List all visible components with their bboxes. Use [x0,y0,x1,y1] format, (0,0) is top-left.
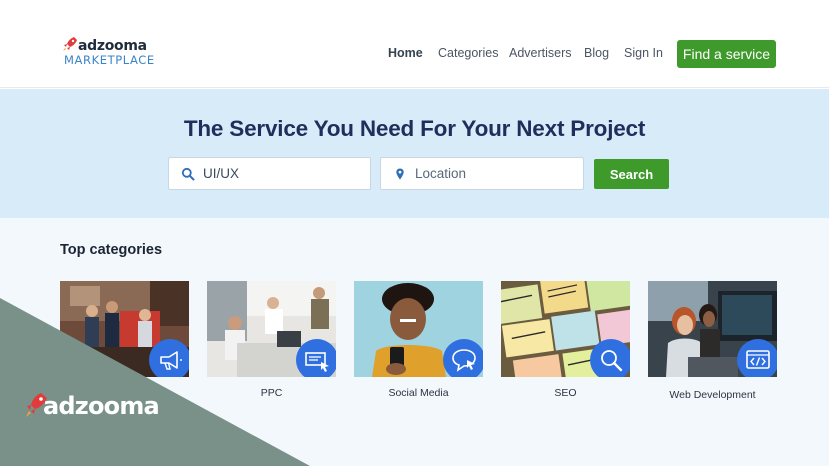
find-service-button[interactable]: Find a service [677,40,776,68]
site-header: adzooma MARKETPLACE Home Categories Adve… [0,0,829,88]
category-card-seo[interactable]: SEO [501,281,630,399]
category-card-social-media[interactable]: Social Media [354,281,483,399]
service-search-field[interactable] [168,157,371,190]
nav-sign-in[interactable]: Sign In [624,46,663,60]
logo-subtitle: MARKETPLACE [64,53,155,67]
search-button[interactable]: Search [594,159,669,189]
magnifier-icon [590,339,630,377]
code-window-icon [737,339,777,377]
location-field[interactable] [380,157,584,190]
location-input[interactable] [415,158,565,189]
overlay-wordmark: adzooma [43,392,160,420]
adzooma-overlay-logo: adzooma [26,392,166,428]
hero-title: The Service You Need For Your Next Proje… [183,116,646,141]
location-pin-icon [396,168,404,180]
chat-bubble-icon [443,339,483,377]
nav-categories[interactable]: Categories [438,46,498,60]
category-label: Web Development [669,389,756,401]
search-icon [181,167,195,181]
category-image [354,281,483,377]
service-search-input[interactable] [203,158,353,189]
category-card-web-development[interactable]: Web Development [648,281,777,401]
rocket-icon [63,37,77,51]
category-image [501,281,630,377]
category-label: SEO [554,387,577,399]
nav-blog[interactable]: Blog [584,46,609,60]
nav-home[interactable]: Home [388,46,423,60]
nav-advertisers[interactable]: Advertisers [509,46,572,60]
section-title: Top categories [60,242,163,258]
category-image [648,281,777,377]
category-label: Social Media [388,387,449,399]
brand-overlay-triangle [0,298,310,466]
hero-section: The Service You Need For Your Next Proje… [0,89,829,218]
marketplace-logo[interactable]: adzooma MARKETPLACE [62,36,182,68]
logo-wordmark: adzooma [78,38,147,54]
